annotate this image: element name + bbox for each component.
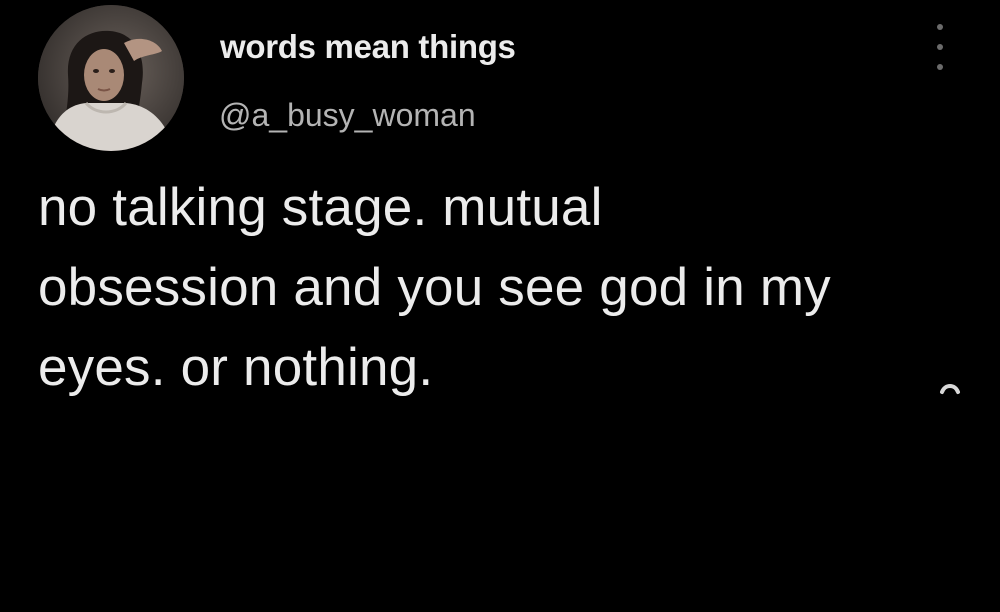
tweet-text-line: eyes. or nothing. bbox=[38, 338, 434, 397]
more-options-button[interactable] bbox=[924, 24, 956, 70]
tweet-text-line: no talking stage. mutual bbox=[38, 178, 603, 237]
more-vertical-icon-dot bbox=[937, 44, 943, 50]
tweet-card: words mean things @a_busy_woman no talki… bbox=[0, 0, 1000, 612]
avatar-photo bbox=[38, 5, 184, 151]
more-vertical-icon bbox=[937, 24, 943, 30]
tweet-text: no talking stage. mutual obsession and y… bbox=[38, 168, 978, 408]
avatar[interactable] bbox=[38, 5, 184, 151]
user-handle[interactable]: @a_busy_woman bbox=[219, 97, 476, 134]
caret-up-icon[interactable] bbox=[935, 375, 965, 397]
tweet-text-line: obsession and you see god in my bbox=[38, 258, 831, 317]
display-name[interactable]: words mean things bbox=[220, 28, 516, 66]
more-vertical-icon-dot bbox=[937, 64, 943, 70]
